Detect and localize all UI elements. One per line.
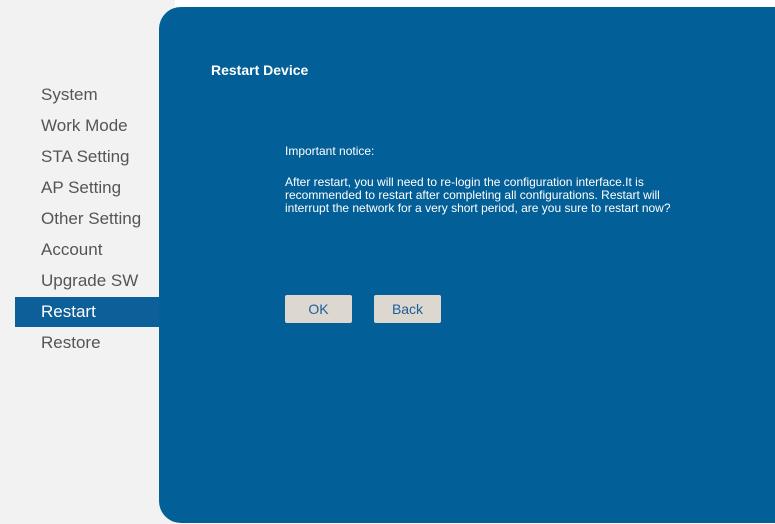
back-button[interactable]: Back — [374, 295, 441, 323]
notice-heading: Important notice: — [285, 144, 375, 158]
sidebar-item-restart[interactable]: Restart — [15, 297, 170, 327]
sidebar-item-work-mode[interactable]: Work Mode — [15, 111, 170, 141]
sidebar-item-restore[interactable]: Restore — [15, 328, 170, 358]
notice-text: After restart, you will need to re-login… — [285, 175, 671, 215]
sidebar-item-sta-setting[interactable]: STA Setting — [15, 142, 170, 172]
page-title: Restart Device — [211, 62, 309, 78]
content-panel: Restart Device Important notice: After r… — [159, 7, 775, 523]
ok-button[interactable]: OK — [285, 295, 352, 323]
sidebar-item-other-setting[interactable]: Other Setting — [15, 204, 170, 234]
sidebar-item-account[interactable]: Account — [15, 235, 170, 265]
sidebar-item-system[interactable]: System — [15, 80, 170, 110]
sidebar-item-upgrade-sw[interactable]: Upgrade SW — [15, 266, 170, 296]
sidebar-item-ap-setting[interactable]: AP Setting — [15, 173, 170, 203]
sidebar: System Work Mode STA Setting AP Setting … — [0, 0, 175, 524]
